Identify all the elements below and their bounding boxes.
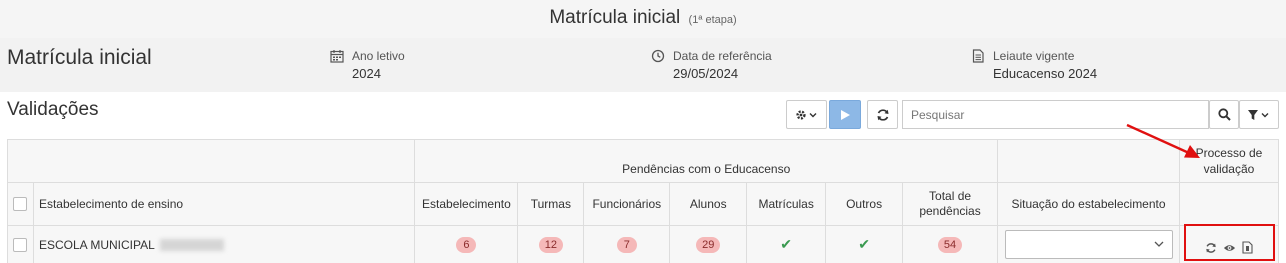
window-title: Matrícula inicial [549, 7, 681, 28]
total-pendencias-badge[interactable]: 54 [937, 236, 963, 253]
check-icon: ✔ [858, 236, 870, 252]
search-button[interactable] [1209, 100, 1239, 129]
select-all-checkbox[interactable] [13, 197, 28, 212]
section-title: Validações [7, 99, 99, 120]
column-header-matriculas[interactable]: Matrículas [746, 182, 827, 226]
info-value: Educacenso 2024 [993, 66, 1098, 81]
column-header-outros[interactable]: Outros [825, 182, 904, 226]
calendar-icon [330, 50, 344, 63]
pendencias-badge[interactable]: 7 [616, 236, 637, 253]
run-button[interactable] [829, 100, 861, 129]
total-cell: 54 [902, 225, 999, 263]
search-icon [1217, 108, 1231, 121]
column-header-alunos[interactable]: Alunos [669, 182, 748, 226]
column-header-funcionarios[interactable]: Funcionários [583, 182, 671, 226]
table-row: ESCOLA MUNICIPAL 6 12 7 29 ✔ ✔ 54 [7, 225, 1280, 263]
actions-cell [1178, 225, 1280, 263]
column-header-processo-label: Processo de validação [1195, 146, 1263, 176]
pendencias-badge[interactable]: 6 [456, 236, 477, 253]
eye-icon[interactable] [1223, 243, 1236, 253]
header-bar: Matrícula inicial Ano letivo 2024 Data d… [0, 38, 1286, 92]
window-title-bar: Matrícula inicial (1ª etapa) [0, 0, 1286, 38]
school-name[interactable]: ESCOLA MUNICIPAL [39, 238, 154, 252]
chevron-down-icon [1154, 241, 1163, 247]
column-header-processo: Processo de validação [1178, 139, 1280, 183]
search-input[interactable] [902, 100, 1209, 129]
play-icon [841, 109, 850, 120]
school-cell: ESCOLA MUNICIPAL [32, 225, 416, 263]
situacao-cell [997, 225, 1180, 263]
table-header-empty [997, 139, 1180, 183]
pendencias-badge[interactable]: 29 [696, 236, 721, 253]
clock-icon [651, 49, 665, 63]
table-header-empty [6, 139, 416, 183]
row-checkbox[interactable] [13, 237, 28, 252]
refresh-button[interactable] [867, 100, 898, 129]
funcionarios-cell: 7 [583, 225, 671, 263]
column-header-total[interactable]: Total de pendências [902, 182, 999, 226]
info-value: 2024 [352, 66, 381, 81]
redacted-school-name [159, 239, 224, 252]
refresh-icon [877, 108, 888, 121]
validation-table: Pendências com o Educacenso Processo de … [6, 139, 1280, 263]
document-icon [972, 49, 984, 63]
column-header-estabelecimento[interactable]: Estabelecimento [414, 182, 519, 226]
info-label: Leiaute vigente [993, 49, 1075, 63]
estabelecimento-cell: 6 [414, 225, 519, 263]
file-report-icon[interactable] [1242, 241, 1253, 254]
settings-dropdown-button[interactable] [786, 100, 827, 129]
matriculas-cell: ✔ [746, 225, 827, 263]
check-icon: ✔ [780, 236, 793, 252]
column-header-school[interactable]: Estabelecimento de ensino [32, 182, 416, 226]
select-all-cell [7, 182, 34, 226]
column-header-situacao[interactable]: Situação do estabelecimento [997, 182, 1180, 226]
column-header-turmas[interactable]: Turmas [517, 182, 585, 226]
gear-icon [795, 109, 816, 120]
pendencias-badge[interactable]: 12 [538, 236, 563, 253]
window-subtitle: (1ª etapa) [688, 14, 737, 26]
situacao-select[interactable] [1004, 230, 1173, 259]
filter-dropdown-button[interactable] [1239, 100, 1279, 129]
table-header-empty [1178, 182, 1280, 226]
outros-cell: ✔ [825, 225, 904, 263]
filter-icon [1248, 109, 1269, 120]
turmas-cell: 12 [517, 225, 585, 263]
column-header-total-label: Total de pendências [919, 189, 981, 218]
row-select-cell [7, 225, 34, 263]
reprocess-icon[interactable] [1205, 242, 1217, 254]
page-title: Matrícula inicial [7, 46, 152, 69]
info-label: Ano letivo [352, 49, 405, 63]
info-value: 29/05/2024 [673, 66, 739, 81]
alunos-cell: 29 [669, 225, 748, 263]
info-label: Data de referência [673, 49, 772, 63]
group-header-pendencias: Pendências com o Educacenso [414, 139, 999, 183]
